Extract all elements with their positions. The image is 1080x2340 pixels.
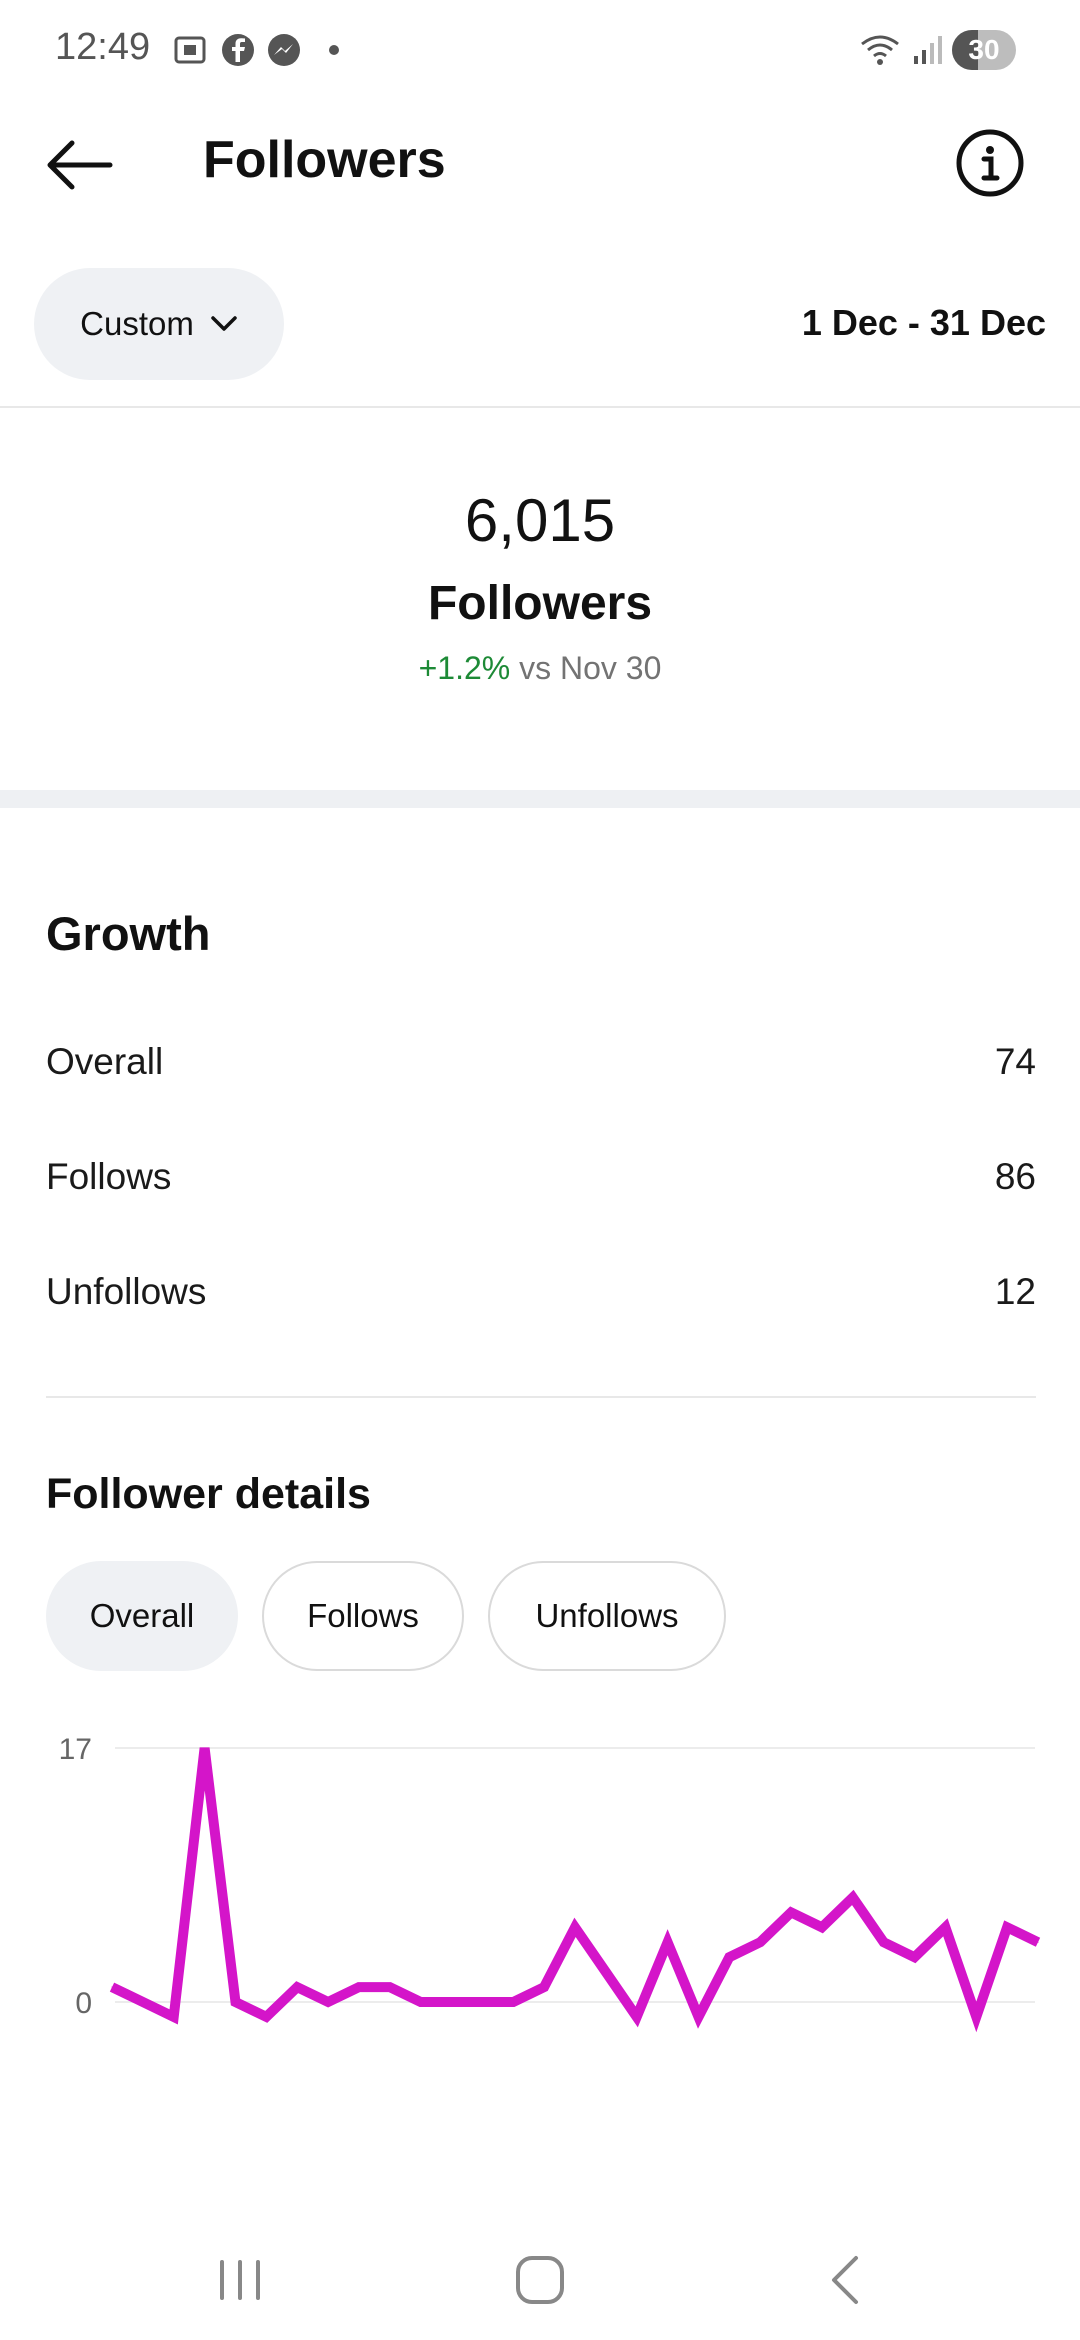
data-point (728, 1956, 730, 1958)
screenshot-icon (174, 36, 206, 64)
data-point (173, 2016, 175, 2018)
data-point (543, 1986, 545, 1988)
change-percent: +1.2% (418, 650, 511, 686)
section-divider (0, 790, 1080, 808)
signal-icon (914, 36, 942, 64)
details-title: Follower details (46, 1470, 371, 1518)
data-point (296, 1986, 298, 1988)
data-point (697, 2016, 699, 2018)
back-arrow-icon (47, 140, 113, 190)
data-point (605, 1971, 607, 1973)
home-icon[interactable] (512, 2250, 568, 2310)
tab-unfollows[interactable]: Unfollows (488, 1561, 726, 1671)
follower-count: 6,015 (464, 487, 616, 554)
follower-line-chart: 17 0 (59, 1733, 1041, 2033)
growth-row-value: 86 (994, 1156, 1036, 1197)
battery-icon: 30 (952, 30, 1016, 70)
info-icon (956, 129, 1024, 197)
tab-label: Unfollows (535, 1597, 679, 1634)
facebook-icon (222, 34, 254, 66)
back-nav-icon[interactable] (818, 2252, 874, 2308)
growth-row-value: 12 (994, 1271, 1036, 1312)
data-point (975, 2016, 977, 2018)
change-line: +1.2% vs Nov 30 (0, 650, 1080, 687)
data-point (481, 2001, 483, 2003)
growth-row-label: Unfollows (46, 1271, 207, 1312)
dot-icon (329, 45, 339, 55)
data-point (944, 1926, 946, 1928)
data-point (420, 2001, 422, 2003)
data-point (759, 1941, 761, 1943)
divider (0, 406, 1080, 408)
battery-level: 30 (968, 34, 1000, 65)
data-point (883, 1941, 885, 1943)
messenger-icon (268, 34, 300, 66)
recent-apps-icon[interactable] (212, 2252, 268, 2308)
data-point (111, 1986, 113, 1988)
data-point (204, 1747, 206, 1749)
divider (46, 1396, 1036, 1398)
followers-label: Followers (427, 577, 653, 630)
tab-label: Follows (307, 1597, 419, 1634)
info-button[interactable] (955, 128, 1025, 198)
tab-overall[interactable]: Overall (46, 1561, 238, 1671)
growth-row-label: Follows (46, 1156, 172, 1197)
data-point (265, 2016, 267, 2018)
growth-row-follows: Follows 86 (46, 1156, 1036, 1216)
data-point (914, 1956, 916, 1958)
date-range-dropdown[interactable]: Custom (34, 268, 284, 380)
data-point (1006, 1926, 1008, 1928)
data-point (327, 2001, 329, 2003)
data-point (574, 1926, 576, 1928)
date-range-text: 1 Dec - 31 Dec (801, 302, 1046, 343)
data-point (451, 2001, 453, 2003)
data-point (821, 1926, 823, 1928)
growth-row-unfollows: Unfollows 12 (46, 1271, 1036, 1331)
data-point (512, 2001, 514, 2003)
data-point (636, 2016, 638, 2018)
data-point (389, 1986, 391, 1988)
data-point (1037, 1941, 1039, 1943)
series-line (109, 1747, 1041, 2033)
growth-row-label: Overall (46, 1041, 164, 1082)
page-title: Followers (203, 131, 446, 189)
status-time: 12:49 (55, 26, 151, 68)
growth-title: Growth (46, 907, 211, 960)
growth-row-value: 74 (994, 1041, 1036, 1082)
change-comparison: vs Nov 30 (519, 650, 662, 686)
data-point (852, 1896, 854, 1898)
data-point (358, 1986, 360, 1988)
navigation-bar (0, 2220, 1080, 2340)
tab-follows[interactable]: Follows (262, 1561, 464, 1671)
back-button[interactable] (40, 130, 120, 200)
status-bar: 12:49 30 (0, 0, 1080, 100)
y-tick-label-zero: 0 (75, 1987, 92, 2020)
data-point (234, 2001, 236, 2003)
y-tick-label-top: 17 (59, 1733, 92, 1766)
growth-row-overall: Overall 74 (46, 1041, 1036, 1101)
data-point (790, 1911, 792, 1913)
data-point (667, 1941, 669, 1943)
wifi-icon (861, 35, 899, 65)
tab-label: Overall (89, 1597, 195, 1634)
chevron-down-icon (211, 316, 237, 331)
date-range-dropdown-label: Custom (80, 305, 194, 342)
data-point (142, 2001, 144, 2003)
